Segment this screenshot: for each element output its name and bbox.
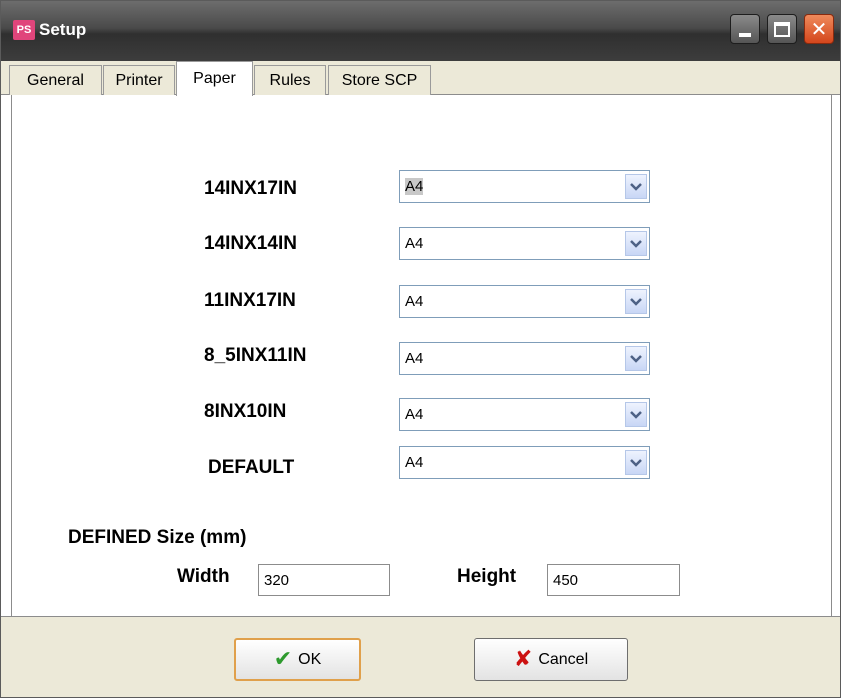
- ok-button[interactable]: ✔ OK: [234, 638, 361, 681]
- paper-size-select[interactable]: A4: [399, 446, 650, 479]
- cancel-button[interactable]: ✘ Cancel: [474, 638, 628, 681]
- tab-strip: General Printer Paper Rules Store SCP: [1, 61, 840, 96]
- paper-size-select[interactable]: A4: [399, 398, 650, 431]
- width-label: Width: [177, 566, 230, 587]
- chevron-down-icon[interactable]: [625, 450, 647, 475]
- paper-size-label: 8_5INX11IN: [204, 345, 307, 366]
- close-icon: ✕: [810, 17, 828, 41]
- x-mark-icon: ✘: [513, 646, 533, 672]
- window-title: Setup: [39, 20, 87, 39]
- dialog-footer: ✔ OK ✘ Cancel: [1, 616, 840, 697]
- paper-size-label: 14INX14IN: [204, 233, 297, 254]
- maximize-icon: [774, 21, 790, 37]
- paper-size-select[interactable]: A4: [399, 170, 650, 203]
- tab-rules[interactable]: Rules: [254, 65, 326, 95]
- ok-button-label: OK: [298, 650, 322, 668]
- defined-size-heading: DEFINED Size (mm): [68, 527, 247, 548]
- tab-general[interactable]: General: [9, 65, 102, 95]
- height-input[interactable]: [547, 564, 680, 596]
- paper-size-select[interactable]: A4: [399, 285, 650, 318]
- minimize-button[interactable]: [730, 14, 760, 44]
- select-value: A4: [405, 293, 424, 310]
- width-input[interactable]: [258, 564, 390, 596]
- chevron-down-icon[interactable]: [625, 402, 647, 427]
- chevron-down-icon[interactable]: [625, 289, 647, 314]
- tab-printer[interactable]: Printer: [103, 65, 175, 95]
- setup-window: PS Setup ✕ General Printer Paper Rules S…: [0, 0, 841, 698]
- height-label: Height: [457, 566, 517, 587]
- close-button[interactable]: ✕: [804, 14, 834, 44]
- paper-size-label: 14INX17IN: [204, 178, 297, 199]
- paper-size-label: DEFAULT: [208, 457, 295, 478]
- cancel-button-label: Cancel: [538, 650, 589, 668]
- tab-store-scp[interactable]: Store SCP: [328, 65, 431, 95]
- minimize-icon: [739, 33, 751, 37]
- chevron-down-icon[interactable]: [625, 346, 647, 371]
- paper-size-label: 11INX17IN: [204, 290, 296, 311]
- chevron-down-icon[interactable]: [625, 174, 647, 199]
- title-bar[interactable]: PS Setup ✕: [1, 1, 840, 61]
- paper-size-label: 8INX10IN: [204, 401, 287, 422]
- maximize-button[interactable]: [767, 14, 797, 44]
- select-value: A4: [405, 454, 424, 471]
- paper-size-select[interactable]: A4: [399, 342, 650, 375]
- checkmark-icon: ✔: [273, 646, 293, 672]
- select-value: A4: [405, 235, 424, 252]
- chevron-down-icon[interactable]: [625, 231, 647, 256]
- select-value: A4: [405, 350, 424, 367]
- select-value: A4: [405, 406, 424, 423]
- tab-paper[interactable]: Paper: [176, 61, 253, 96]
- select-value: A4: [405, 178, 424, 195]
- app-logo-icon: PS: [13, 20, 35, 40]
- paper-size-select[interactable]: A4: [399, 227, 650, 260]
